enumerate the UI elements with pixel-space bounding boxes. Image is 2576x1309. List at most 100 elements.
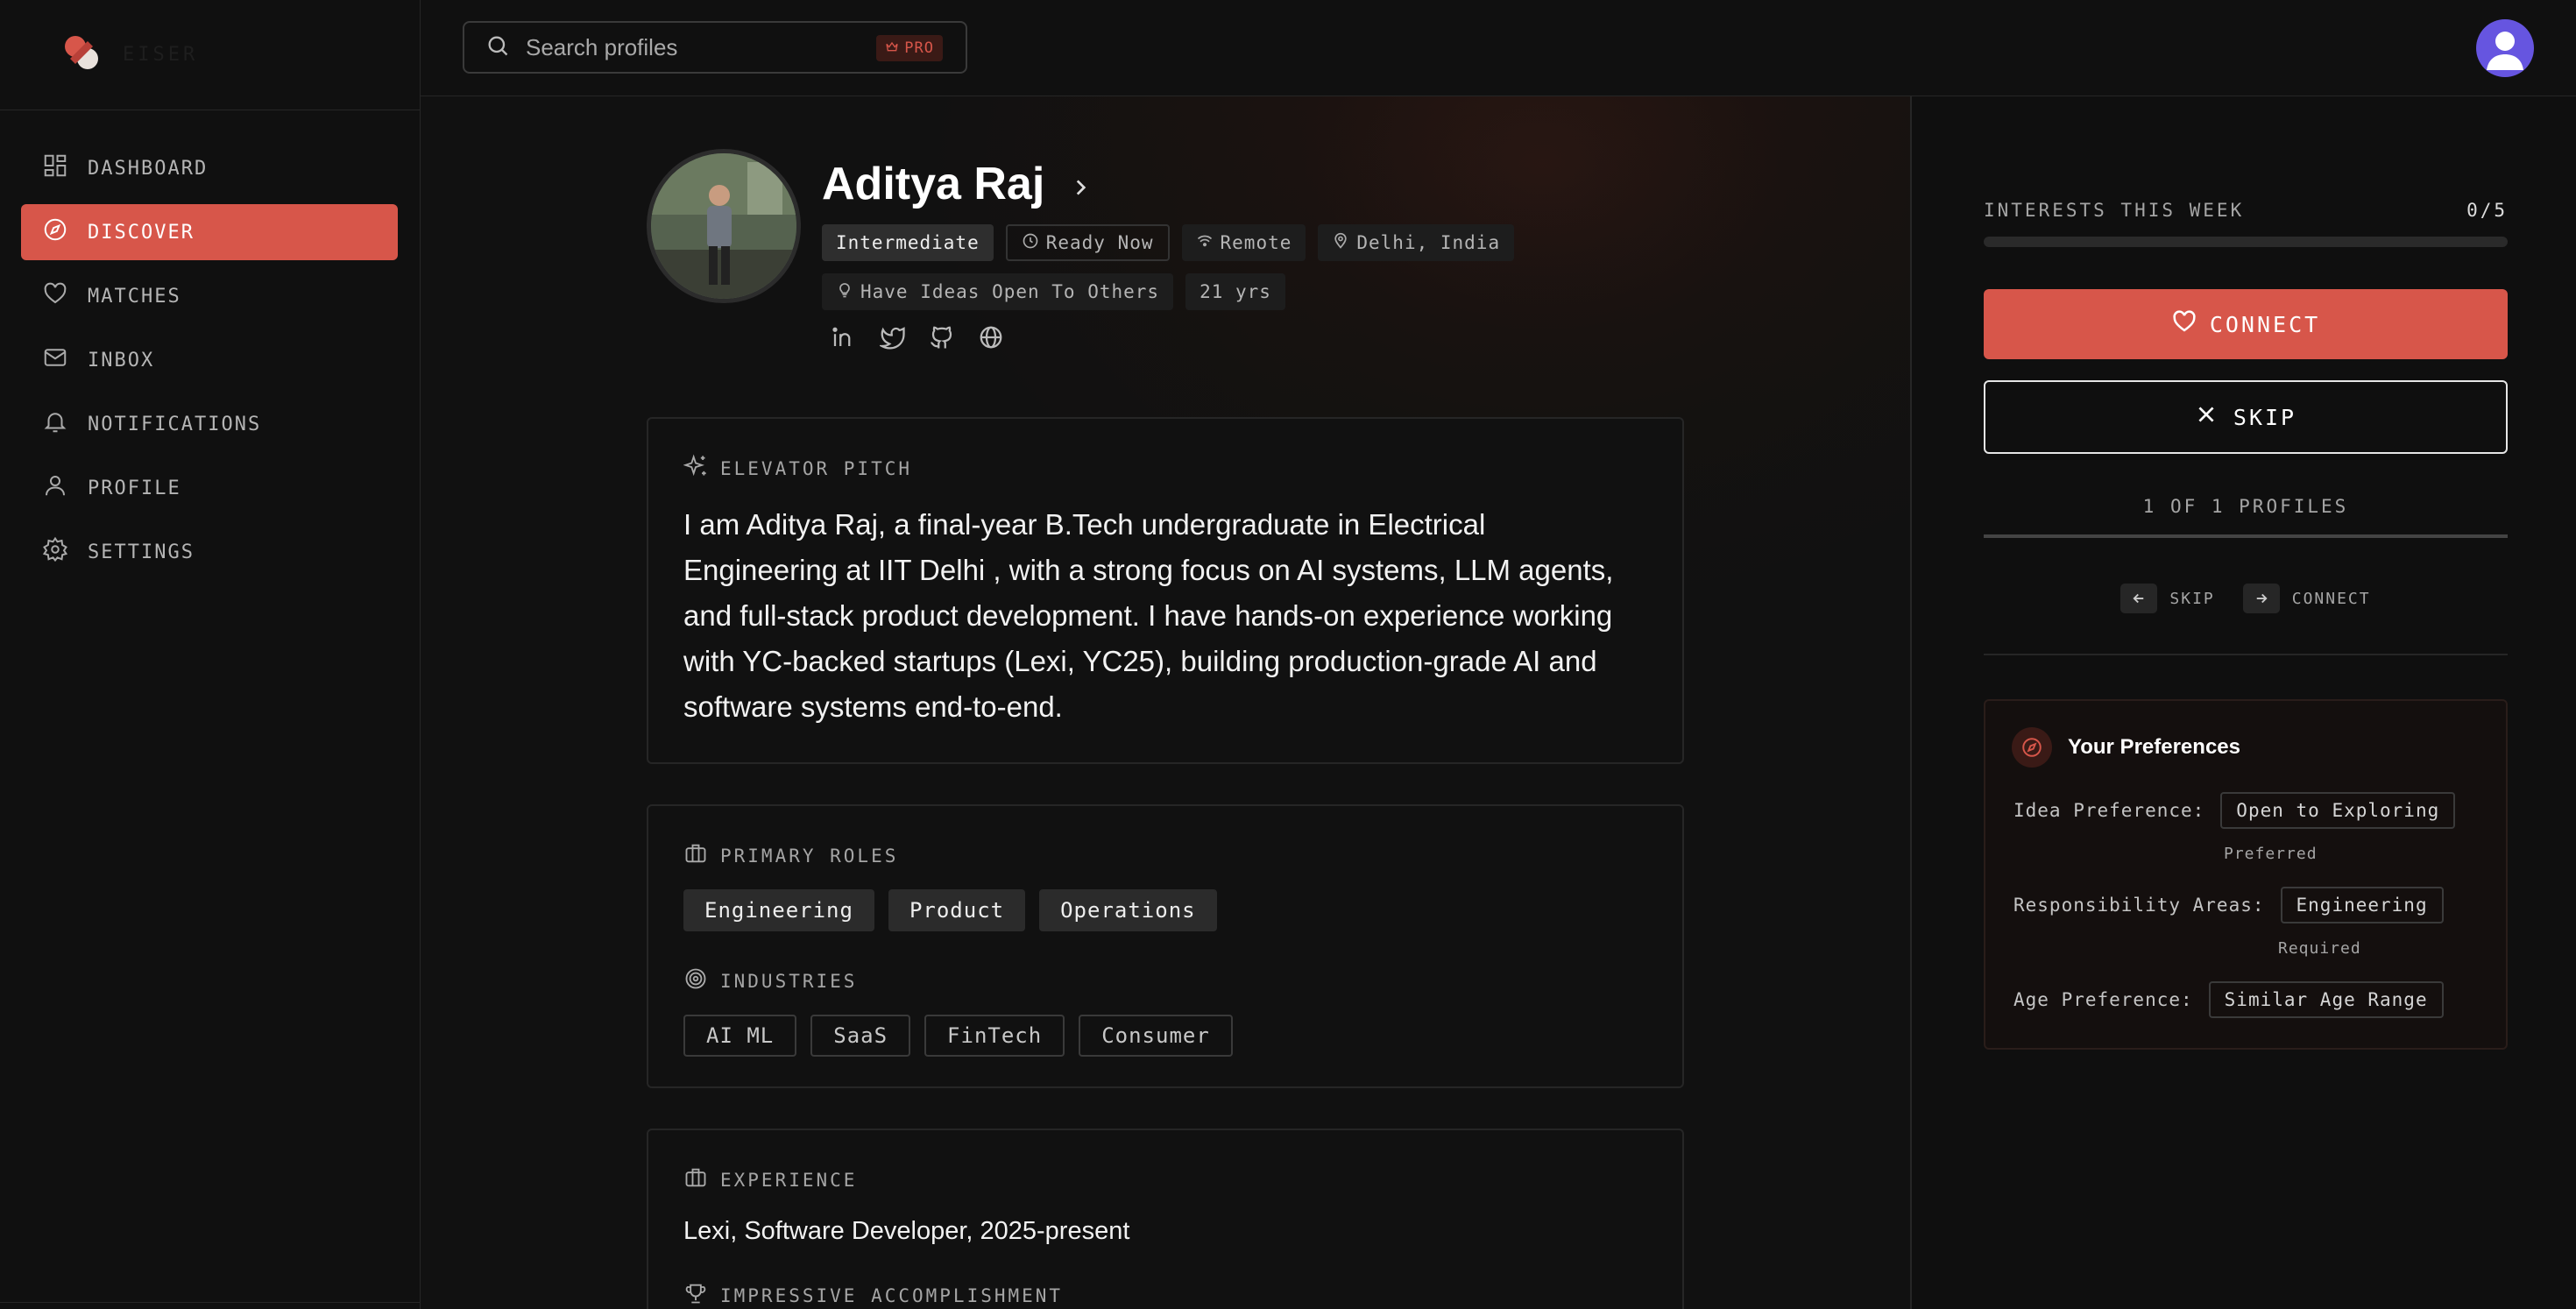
search-icon <box>485 33 510 62</box>
connect-button[interactable]: CONNECT <box>1984 289 2508 359</box>
sidebar-item-settings[interactable]: SETTINGS <box>21 524 398 580</box>
sidebar-item-label: PROFILE <box>88 477 181 499</box>
idea-preference-label: Idea Preference: <box>2013 800 2205 821</box>
heart-icon <box>42 280 68 312</box>
briefcase-icon <box>683 841 708 870</box>
dashboard-icon <box>42 152 68 184</box>
sidebar-item-dashboard[interactable]: DASHBOARD <box>21 140 398 196</box>
primary-roles-heading: PRIMARY ROLES <box>683 841 1647 870</box>
user-icon <box>42 472 68 504</box>
globe-icon[interactable] <box>978 324 1004 355</box>
sparkles-icon <box>683 454 708 483</box>
twitter-icon[interactable] <box>878 324 906 355</box>
sidebar-item-inbox[interactable]: INBOX <box>21 332 398 388</box>
industries-heading: INDUSTRIES <box>683 966 1647 995</box>
sidebar-item-label: NOTIFICATIONS <box>88 413 262 435</box>
crown-icon <box>885 39 899 58</box>
role-chip: Engineering <box>683 889 874 931</box>
pro-badge[interactable]: PRO <box>876 35 943 61</box>
sidebar: EISER DASHBOARD DISCOVER MATCHES INBOX N… <box>0 0 421 1309</box>
profile-tags: Intermediate Ready Now Remote Delhi, Ind… <box>822 224 1515 261</box>
mail-icon <box>42 344 68 376</box>
search-box[interactable]: PRO <box>463 21 967 74</box>
preferences-header: Your Preferences <box>2012 727 2240 768</box>
briefcase-icon <box>683 1165 708 1194</box>
work-mode-tag: Remote <box>1181 224 1306 261</box>
wifi-icon <box>1196 232 1214 254</box>
industries-label: INDUSTRIES <box>720 970 858 992</box>
experience-heading: EXPERIENCE <box>683 1165 1647 1194</box>
profile-name[interactable]: Aditya Raj <box>822 158 1092 210</box>
responsibility-value: Engineering <box>2280 887 2444 923</box>
interests-count: 0/5 <box>2466 200 2508 221</box>
arrow-right-icon <box>2242 584 2280 613</box>
pro-label: PRO <box>904 39 934 57</box>
shortcut-connect[interactable]: CONNECT <box>2242 584 2371 613</box>
sidebar-item-label: MATCHES <box>88 285 181 308</box>
sidebar-item-label: SETTINGS <box>88 541 195 563</box>
arrow-left-icon <box>2120 584 2158 613</box>
elevator-pitch-heading: ELEVATOR PITCH <box>683 454 1647 483</box>
age-tag: 21 yrs <box>1185 273 1285 310</box>
experience-label: EXPERIENCE <box>720 1169 858 1191</box>
availability-text: Ready Now <box>1045 232 1154 253</box>
idea-preference-value: Open to Exploring <box>2220 792 2456 829</box>
elevator-pitch-text: I am Aditya Raj, a final-year B.Tech und… <box>683 508 1614 723</box>
main-content: Aditya Raj Intermediate Ready Now Remote… <box>421 96 1910 1309</box>
lightbulb-icon <box>836 281 853 303</box>
brand[interactable]: EISER <box>0 0 420 110</box>
role-chip: Product <box>888 889 1026 931</box>
work-mode-text: Remote <box>1220 232 1292 253</box>
compass-icon <box>2012 727 2052 768</box>
clock-icon <box>1022 232 1039 254</box>
location-text: Delhi, India <box>1356 232 1501 253</box>
age-preference-row: Age Preference: Similar Age Range <box>2013 981 2444 1018</box>
industry-chip: AI ML <box>683 1015 797 1057</box>
keyboard-shortcuts: SKIP CONNECT <box>1984 584 2508 613</box>
primary-roles-label: PRIMARY ROLES <box>720 845 899 867</box>
sidebar-item-profile[interactable]: PROFILE <box>21 460 398 516</box>
profiles-count: 1 OF 1 PROFILES <box>2142 496 2349 517</box>
panel-divider <box>1984 654 2508 655</box>
close-icon <box>2195 403 2218 431</box>
sidebar-item-matches[interactable]: MATCHES <box>21 268 398 324</box>
gear-icon <box>42 536 68 568</box>
heart-icon <box>2171 308 2197 340</box>
preferences-title: Your Preferences <box>2068 735 2240 759</box>
action-panel: INTERESTS THIS WEEK 0/5 CONNECT SKIP 1 O… <box>1910 96 2576 1309</box>
sidebar-item-label: DISCOVER <box>88 221 195 244</box>
compass-icon <box>42 216 68 248</box>
skip-button[interactable]: SKIP <box>1984 380 2508 454</box>
search-input[interactable] <box>526 33 859 61</box>
sidebar-item-notifications[interactable]: NOTIFICATIONS <box>21 396 398 452</box>
trophy-icon <box>683 1281 708 1309</box>
logo-icon <box>61 32 102 77</box>
industry-chip: Consumer <box>1079 1015 1233 1057</box>
user-avatar[interactable] <box>2476 19 2534 77</box>
level-tag: Intermediate <box>822 224 994 261</box>
profile-tags-secondary: Have Ideas Open To Others 21 yrs <box>822 273 1285 310</box>
profile-photo[interactable] <box>647 149 801 303</box>
skip-label: SKIP <box>2233 404 2297 430</box>
responsibility-note: Required <box>2278 939 2361 958</box>
industries-list: AI ML SaaS FinTech Consumer <box>683 1015 1647 1057</box>
roles-industries-card: PRIMARY ROLES Engineering Product Operat… <box>647 804 1684 1088</box>
idea-status-text: Have Ideas Open To Others <box>860 281 1160 302</box>
experience-text: Lexi, Software Developer, 2025-present <box>683 1217 1130 1245</box>
sidebar-item-discover[interactable]: DISCOVER <box>21 204 398 260</box>
age-preference-label: Age Preference: <box>2013 989 2193 1010</box>
linkedin-icon[interactable] <box>831 324 857 355</box>
interests-header: INTERESTS THIS WEEK 0/5 <box>1984 200 2508 221</box>
industry-chip: SaaS <box>810 1015 911 1057</box>
target-icon <box>683 966 708 995</box>
accomplishment-heading: IMPRESSIVE ACCOMPLISHMENT <box>683 1281 1647 1309</box>
chevron-right-icon[interactable] <box>1069 158 1092 210</box>
sidebar-footer-divider <box>0 1302 421 1309</box>
shortcut-skip[interactable]: SKIP <box>2120 584 2214 613</box>
github-icon[interactable] <box>929 324 955 355</box>
responsibility-label: Responsibility Areas: <box>2013 895 2265 916</box>
profile-name-text: Aditya Raj <box>822 159 1045 209</box>
profiles-count-underline <box>1984 534 2508 538</box>
role-chip: Operations <box>1039 889 1217 931</box>
shortcut-connect-label: CONNECT <box>2291 589 2371 608</box>
